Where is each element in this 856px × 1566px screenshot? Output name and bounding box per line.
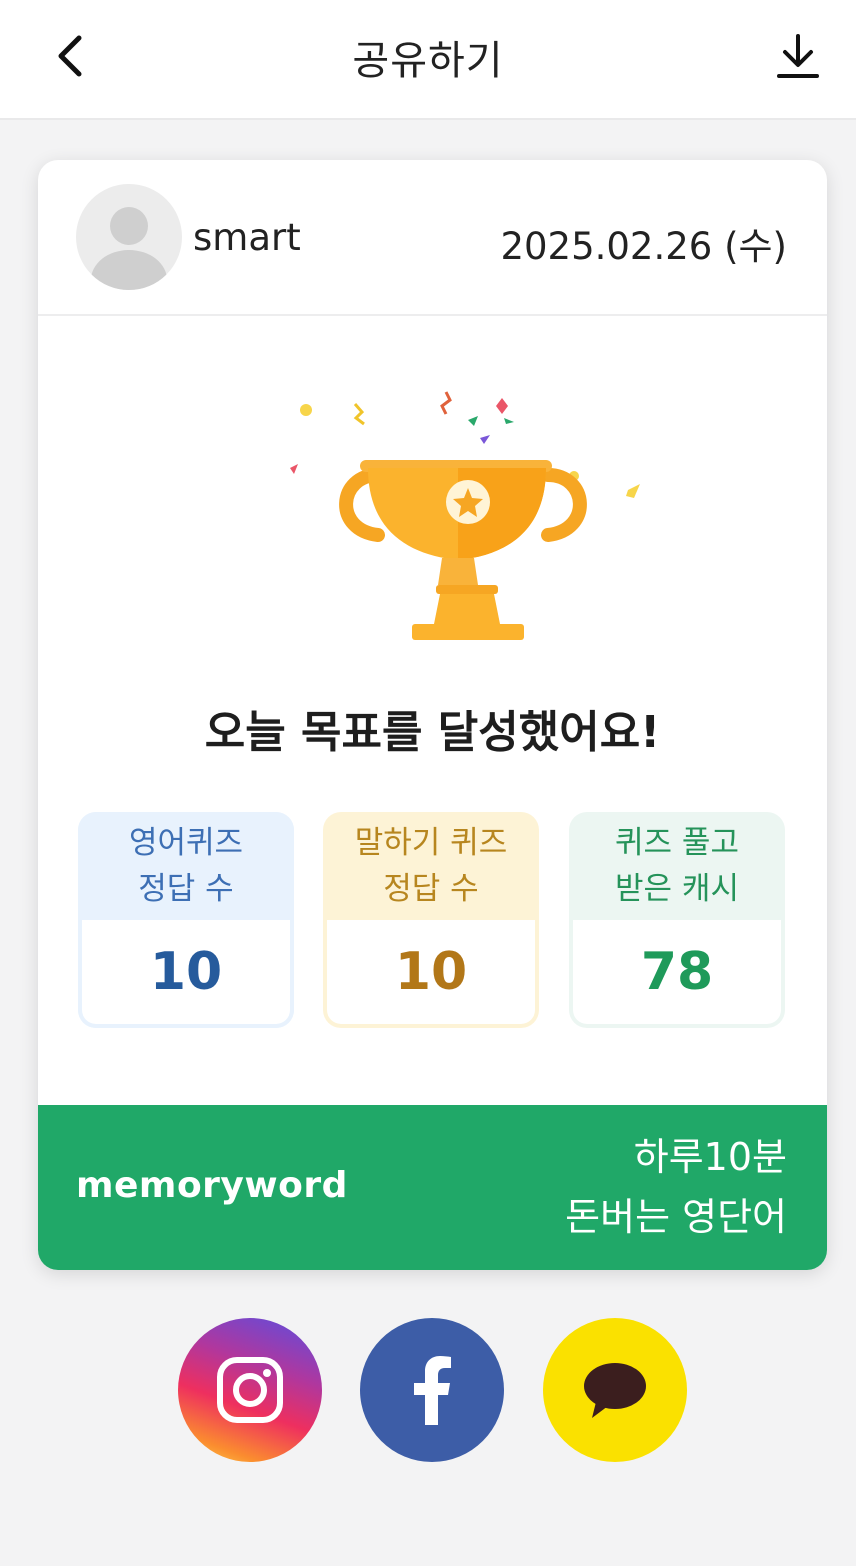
slogan-line2: 돈버는 영단어 xyxy=(565,1195,787,1239)
share-date: 2025.02.26 (수) xyxy=(500,225,787,268)
instagram-icon xyxy=(217,1357,283,1423)
download-button[interactable] xyxy=(766,26,830,86)
share-instagram-button[interactable] xyxy=(178,1318,322,1462)
share-card: smart 2025.02.26 (수) 오늘 목표를 달성했어요! 영어퀴즈 … xyxy=(38,160,827,1270)
slogan-line1: 하루10분 xyxy=(633,1135,787,1179)
stat-cash-earned: 퀴즈 풀고 받은 캐시 78 xyxy=(569,812,785,1028)
stat-label-line1: 말하기 퀴즈 xyxy=(354,825,508,861)
stat-label: 퀴즈 풀고 받은 캐시 xyxy=(569,812,785,920)
kakaotalk-icon xyxy=(584,1363,646,1418)
brand-logo-text: memoryword xyxy=(76,1165,348,1206)
facebook-icon xyxy=(414,1356,451,1425)
achievement-headline: 오늘 목표를 달성했어요! xyxy=(204,707,661,758)
download-icon xyxy=(777,34,819,78)
app-header: 공유하기 xyxy=(0,0,856,120)
card-profile-row: smart 2025.02.26 (수) xyxy=(38,160,827,316)
stat-value: 78 xyxy=(573,920,781,1024)
stat-english-quiz: 영어퀴즈 정답 수 10 xyxy=(78,812,294,1028)
trophy-icon xyxy=(290,391,640,640)
stat-label: 말하기 퀴즈 정답 수 xyxy=(323,812,539,920)
default-avatar-icon xyxy=(91,207,167,290)
brand-slogan: 하루10분 돈버는 영단어 xyxy=(565,1127,787,1247)
stat-value: 10 xyxy=(82,920,290,1024)
avatar xyxy=(76,184,182,290)
stat-label: 영어퀴즈 정답 수 xyxy=(78,812,294,920)
stat-label-line1: 퀴즈 풀고 xyxy=(615,825,739,861)
trophy-illustration xyxy=(228,380,648,650)
share-facebook-button[interactable] xyxy=(360,1318,504,1462)
stat-label-line1: 영어퀴즈 xyxy=(128,825,244,861)
stat-speaking-quiz: 말하기 퀴즈 정답 수 10 xyxy=(323,812,539,1028)
stat-value: 10 xyxy=(327,920,535,1024)
stat-label-line2: 정답 수 xyxy=(138,871,234,907)
stat-label-line2: 정답 수 xyxy=(383,871,479,907)
username: smart xyxy=(193,216,301,259)
share-kakaotalk-button[interactable] xyxy=(543,1318,687,1462)
page-title: 공유하기 xyxy=(352,38,504,84)
stat-label-line2: 받은 캐시 xyxy=(615,871,739,907)
brand-banner: memoryword 하루10분 돈버는 영단어 xyxy=(38,1105,827,1270)
